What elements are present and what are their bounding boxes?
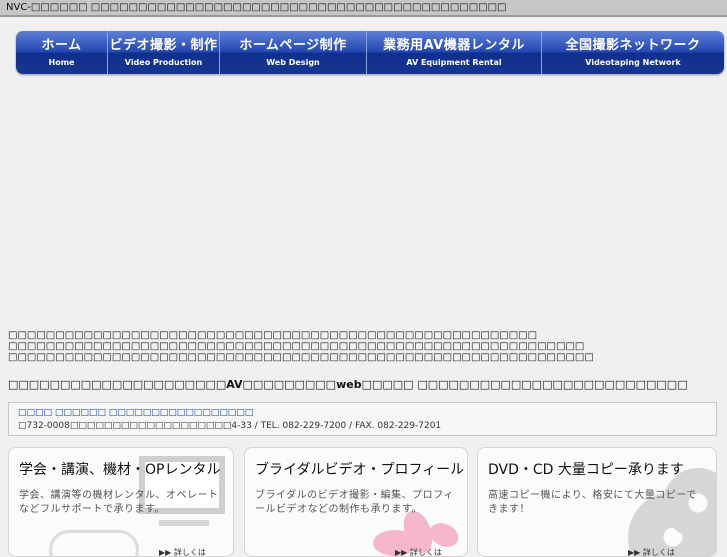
nav-videotaping-network-sublabel: Videotaping Network: [585, 57, 681, 67]
intro-line: □□□□□□□□□□□□□□□□□□□□□□□□□□□□□□□□□□□□□□□□…: [8, 330, 538, 341]
nav-video-production-label: ビデオ撮影・制作: [109, 37, 218, 53]
service-card-bridal[interactable]: ブライダルビデオ・プロフィール ブライダルのビデオ撮影・編集、プロフィールビデオ…: [244, 447, 468, 557]
details-link[interactable]: ▶▶ 詳しくは: [395, 547, 442, 556]
nav-av-rental-sublabel: AV Equipment Rental: [406, 57, 502, 67]
details-link[interactable]: ▶▶ 詳しくは: [159, 547, 206, 556]
details-link[interactable]: ▶▶ 詳しくは: [628, 547, 675, 556]
service-card-rental[interactable]: 学会・講演、機材・OPレンタル 学会、講演等の機材レンタル、オペレートなどフルサ…: [8, 447, 234, 557]
nav-video-production[interactable]: ビデオ撮影・制作 Video Production: [108, 31, 220, 74]
nav-av-rental[interactable]: 業務用AV機器レンタル AV Equipment Rental: [367, 31, 542, 74]
service-card-description: 高速コピー機により、格安にて大量コピーできます！: [488, 490, 697, 515]
monitor-stand-icon: [159, 520, 209, 526]
nav-web-design-label: ホームページ制作: [239, 37, 347, 53]
intro-line: □□□□□□□□□□□□□□□□□□□□□□□□□□□□□□□□□□□□□□□□…: [8, 341, 585, 352]
service-card-description: ブライダルのビデオ撮影・編集、プロフィールビデオなどの制作も承ります。: [255, 490, 454, 515]
nav-av-rental-label: 業務用AV機器レンタル: [383, 37, 525, 53]
nav-home-sublabel: Home: [48, 57, 75, 67]
service-card-dvd-copy[interactable]: DVD・CD 大量コピー承ります 高速コピー機により、格安にて大量コピーできます…: [477, 447, 717, 557]
headline: □□□□□□□□□□□□□□□□□□□□□AV□□□□□□□□□web□□□□□…: [8, 378, 688, 391]
nav-video-production-sublabel: Video Production: [124, 57, 203, 67]
service-card-title: DVD・CD 大量コピー承ります: [488, 462, 684, 478]
intro-line: □□□□□□□□□□□□□□□□□□□□□□□□□□□□□□□□□□□□□□□□…: [8, 352, 594, 363]
company-address: □732-0008□□□□□□□□□□□□□□□□□□□4-33 / TEL. …: [18, 421, 442, 431]
service-card-description: 学会、講演等の機材レンタル、オペレートなどフルサポートで承ります。: [19, 490, 219, 515]
projector-icon: [49, 530, 139, 556]
nav-videotaping-network-label: 全国撮影ネットワーク: [565, 37, 701, 53]
main-navigation: ホーム Home ビデオ撮影・制作 Video Production ホームペー…: [16, 31, 724, 74]
site-title-bar: NVC-□□□□□□ □□□□□□□□□□□□□□□□□□□□□□□□□□□□□…: [0, 0, 727, 17]
intro-text: □□□□□□□□□□□□□□□□□□□□□□□□□□□□□□□□□□□□□□□□…: [8, 330, 594, 363]
company-name-link[interactable]: □□□□ □□□□□□ □□□□□□□□□□□□□□□□□: [18, 407, 707, 420]
nav-home[interactable]: ホーム Home: [16, 31, 108, 74]
nav-videotaping-network[interactable]: 全国撮影ネットワーク Videotaping Network: [542, 31, 724, 74]
nav-home-label: ホーム: [41, 37, 82, 53]
nav-web-design-sublabel: Web Design: [266, 57, 320, 67]
service-card-title: ブライダルビデオ・プロフィール: [255, 462, 465, 478]
service-card-title: 学会・講演、機材・OPレンタル: [19, 462, 221, 478]
nav-web-design[interactable]: ホームページ制作 Web Design: [220, 31, 367, 74]
company-info-box: □□□□ □□□□□□ □□□□□□□□□□□□□□□□□ □732-0008□…: [8, 402, 717, 436]
